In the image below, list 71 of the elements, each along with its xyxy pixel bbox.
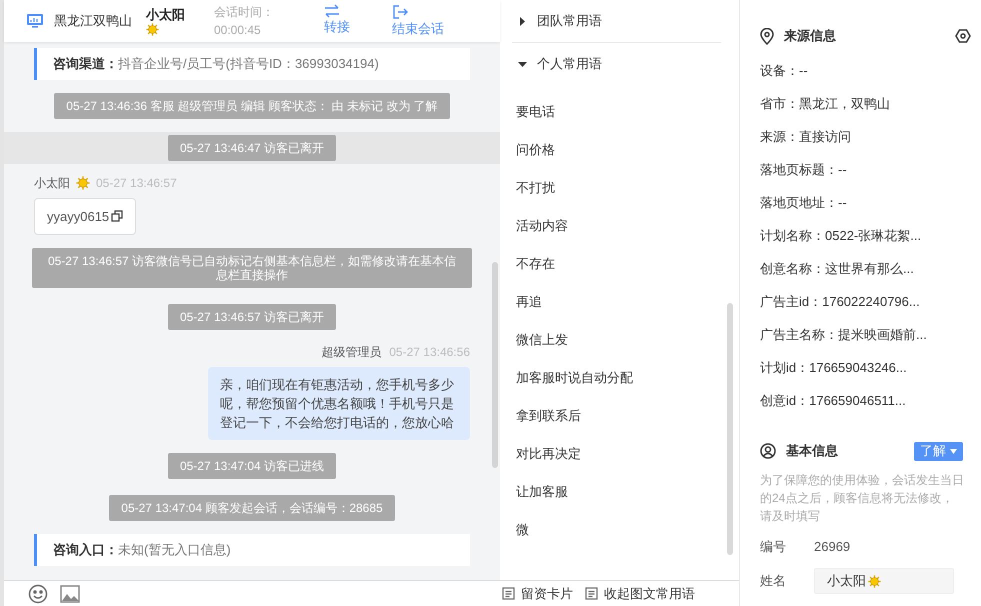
sun-icon bbox=[76, 176, 90, 190]
location-text: 黑龙江双鸭山 bbox=[54, 12, 133, 30]
source-info-row-text: 落地页标题：-- bbox=[760, 161, 848, 179]
session-time: 00:00:45 bbox=[214, 22, 262, 39]
exit-icon bbox=[392, 4, 408, 20]
emoji-icon[interactable] bbox=[28, 584, 48, 604]
swap-arrows-icon bbox=[324, 4, 340, 18]
system-message: 05-27 13:47:04 访客已进线 bbox=[168, 453, 336, 479]
source-info-row-text: 计划id：176659043246... bbox=[760, 359, 908, 377]
phrase-group-toggle[interactable]: 个人常用语 bbox=[512, 43, 602, 85]
monitor-icon bbox=[26, 13, 44, 29]
system-message: 05-27 13:47:04 顾客发起会话，会话编号：28685 bbox=[109, 495, 395, 521]
sun-icon bbox=[146, 22, 159, 36]
field-label: 姓名 bbox=[760, 572, 787, 590]
visitor-name: 小太阳 bbox=[146, 6, 185, 22]
scrollbar[interactable] bbox=[492, 262, 498, 468]
phrase-item[interactable]: 让加客服 bbox=[512, 473, 727, 511]
phrase-item[interactable]: 微信上发 bbox=[512, 321, 727, 359]
source-info-row-text: 创意名称：这世界有那么... bbox=[760, 260, 915, 278]
user-circle-icon bbox=[760, 443, 776, 459]
phrase-item[interactable]: 微 bbox=[512, 511, 727, 549]
phrase-item[interactable]: 问价格 bbox=[512, 131, 727, 169]
sender-name: 小太阳 bbox=[34, 174, 70, 192]
system-message: 05-27 13:46:57 访客已离开 bbox=[168, 304, 336, 330]
field-value: 26969 bbox=[814, 538, 850, 556]
section-title: 来源信息 bbox=[784, 27, 836, 46]
name-field[interactable]: 小太阳 bbox=[814, 568, 954, 594]
source-info-row-text: 广告主名称：提米映画婚前... bbox=[760, 326, 928, 344]
notice-text: 为了保障您的使用体验，会话发生当日的24点之后，顾客信息将无法修改，请及时填写 bbox=[760, 472, 965, 525]
caret-right-icon bbox=[518, 16, 527, 26]
hexagon-settings-icon[interactable] bbox=[955, 28, 971, 44]
phrase-item[interactable]: 不打扰 bbox=[512, 169, 727, 207]
phrase-item[interactable]: 不存在 bbox=[512, 245, 727, 283]
scrollbar[interactable] bbox=[727, 303, 733, 555]
phrase-group-toggle[interactable]: 团队常用语 bbox=[512, 0, 602, 42]
system-message: 05-27 13:46:47 访客已离开 bbox=[168, 134, 336, 160]
source-info-row-text: 来源：直接访问 bbox=[760, 128, 852, 146]
section-title: 基本信息 bbox=[786, 442, 838, 460]
message-time: 05-27 13:46:57 bbox=[96, 174, 177, 192]
source-info-row-text: 计划名称：0522-张琳花絮... bbox=[760, 227, 922, 245]
system-message: 05-27 13:46:57 访客微信号已自动标记右侧基本信息栏，如需修改请在基本信息栏直接操作 bbox=[32, 248, 472, 288]
source-info-row-text: 设备：-- bbox=[760, 62, 809, 80]
caret-down-icon bbox=[518, 60, 527, 68]
location-pin-icon bbox=[760, 28, 774, 44]
copy-icon[interactable] bbox=[111, 210, 124, 222]
card-text: 咨询入口：未知(暂无入口信息) bbox=[53, 542, 231, 557]
sun-icon bbox=[868, 574, 881, 588]
sender-name: 超级管理员 bbox=[321, 344, 382, 361]
phrase-item[interactable]: 活动内容 bbox=[512, 207, 727, 245]
session-label: 会话时间： bbox=[214, 4, 275, 21]
document-icon bbox=[585, 587, 598, 600]
caret-down-icon bbox=[950, 448, 957, 454]
source-info-row-text: 创意id：176659046511... bbox=[760, 392, 907, 410]
message-text: yyayy0615 bbox=[47, 208, 110, 226]
phrase-item[interactable]: 再追 bbox=[512, 283, 727, 321]
source-info-row-text: 省市：黑龙江，双鸭山 bbox=[760, 95, 891, 113]
message-time: 05-27 13:46:56 bbox=[389, 344, 470, 361]
phrase-item[interactable]: 要电话 bbox=[512, 93, 727, 131]
phrase-item[interactable]: 对比再决定 bbox=[512, 435, 727, 473]
source-info-row-text: 落地页地址：-- bbox=[760, 194, 848, 212]
card-text: 咨询渠道：抖音企业号/员工号(抖音号ID：36993034194) bbox=[53, 56, 379, 71]
image-icon[interactable] bbox=[60, 584, 80, 602]
system-message: 05-27 13:46:36 客服 超级管理员 编辑 顾客状态： 由 未标记 改为 了解 bbox=[54, 92, 450, 118]
document-icon bbox=[502, 587, 515, 600]
footer-button[interactable]: 收起图文常用语 bbox=[585, 584, 695, 604]
message-bubble: 亲，咱们现在有钜惠活动，您手机号多少呢，帮您预留个优惠名额哦！手机号只是登记一下，不会给您打电话的，您放心哈 bbox=[208, 367, 470, 440]
source-info-row-text: 广告主id：176022240796... bbox=[760, 293, 921, 311]
field-label: 编号 bbox=[760, 538, 787, 556]
footer-button[interactable]: 留资卡片 bbox=[502, 584, 573, 604]
phrase-item[interactable]: 拿到联系后 bbox=[512, 397, 727, 435]
phrase-item[interactable]: 加客服时说自动分配 bbox=[512, 359, 727, 397]
